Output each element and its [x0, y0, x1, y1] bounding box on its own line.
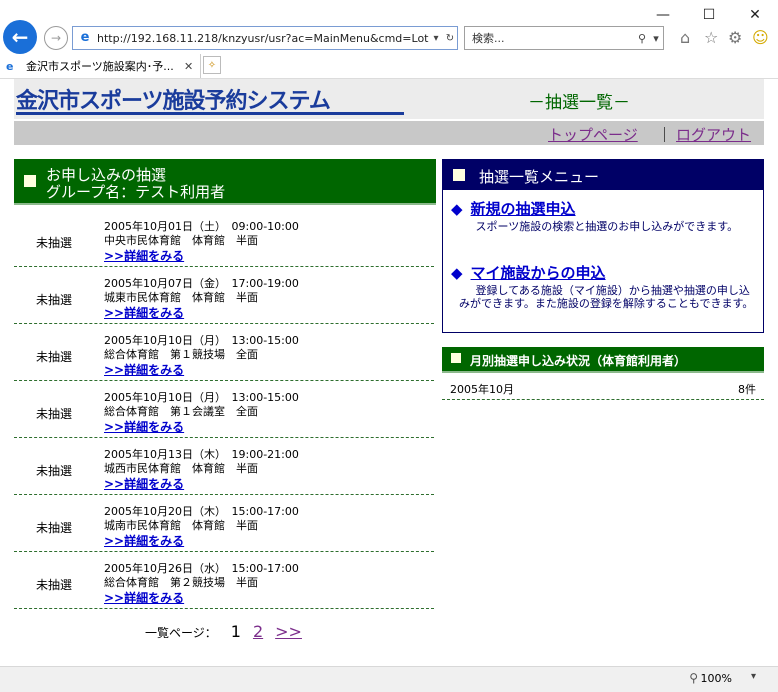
lottery-status: 未抽選 [36, 578, 73, 592]
lottery-row: 未抽選 2005年10月20日（木） 15:00-17:00 城南市民体育館 体… [14, 495, 434, 552]
refresh-icon[interactable]: ↻ [443, 33, 457, 44]
smiley-icon[interactable]: ☺ [752, 28, 769, 47]
gear-icon[interactable]: ⚙ [728, 28, 742, 47]
lottery-status: 未抽選 [36, 236, 73, 250]
lottery-facility: 総合体育館 第１競技場 全面 [104, 348, 258, 361]
maximize-icon[interactable]: ☐ [686, 0, 732, 30]
square-bullet-icon [453, 169, 465, 181]
zoom-level[interactable]: 100% [701, 672, 732, 685]
detail-link[interactable]: >>詳細をみる [104, 475, 184, 492]
site-logo[interactable]: 金沢市スポーツ施設予約システム [16, 83, 331, 115]
group-name: グループ名：テスト利用者 [46, 183, 226, 201]
lottery-status: 未抽選 [36, 464, 73, 478]
lottery-row: 未抽選 2005年10月26日（水） 15:00-17:00 総合体育館 第２競… [14, 552, 434, 609]
page-content: 金沢市スポーツ施設予約システム －抽選一覧－ トップページ ｜ ログアウト お申… [0, 79, 778, 666]
status-bar: ⚲ 100% ▾ [0, 666, 778, 692]
pager-label: 一覧ページ： [145, 626, 217, 640]
lottery-row: 未抽選 2005年10月10日（月） 13:00-15:00 総合体育館 第１競… [14, 324, 434, 381]
diamond-bullet-icon: ◆ [451, 200, 463, 218]
nav-separator: ｜ [657, 126, 673, 144]
lottery-menu-title: 抽選一覧メニュー [479, 168, 600, 186]
lottery-facility: 総合体育館 第１会議室 全面 [104, 405, 258, 418]
search-placeholder: 検索... [472, 32, 505, 45]
diamond-bullet-icon: ◆ [451, 264, 463, 282]
lottery-row: 未抽選 2005年10月13日（木） 19:00-21:00 城西市民体育館 体… [14, 438, 434, 495]
monthly-month: 2005年10月 [450, 383, 514, 396]
lottery-facility: 城西市民体育館 体育館 半面 [104, 462, 258, 475]
new-tab-icon[interactable]: ✧ [203, 56, 221, 74]
detail-link[interactable]: >>詳細をみる [104, 304, 184, 321]
menu-item-label[interactable]: マイ施設からの申込 [471, 264, 606, 282]
lottery-facility: 城南市民体育館 体育館 半面 [104, 519, 258, 532]
square-bullet-icon [24, 175, 36, 187]
lottery-menu-header: 抽選一覧メニュー [443, 160, 763, 190]
detail-link[interactable]: >>詳細をみる [104, 532, 184, 549]
search-icon[interactable]: ⚲ [635, 32, 649, 45]
ie-icon: e [80, 30, 90, 45]
menu-item-label[interactable]: 新規の抽選申込 [471, 200, 576, 218]
pager-page-2[interactable]: 2 [253, 622, 263, 641]
browser-chrome: — ☐ ✕ ← → e http://192.168.11.218/knzyus… [0, 0, 778, 79]
page-title: －抽選一覧－ [528, 93, 630, 113]
star-icon[interactable]: ☆ [704, 28, 718, 47]
pager: 一覧ページ： 1 2 >> [145, 622, 302, 641]
back-arrow-icon[interactable]: ← [3, 20, 37, 54]
address-bar[interactable]: e http://192.168.11.218/knzyusr/usr?ac=M… [72, 26, 458, 50]
lottery-status: 未抽選 [36, 350, 73, 364]
lottery-list-header: お申し込みの抽選 グループ名：テスト利用者 [14, 159, 436, 205]
detail-link[interactable]: >>詳細をみる [104, 361, 184, 378]
search-box[interactable]: 検索... ⚲ ▾ [464, 26, 664, 50]
detail-link[interactable]: >>詳細をみる [104, 418, 184, 435]
address-url: http://192.168.11.218/knzyusr/usr?ac=Mai… [97, 31, 429, 45]
search-dropdown-icon[interactable]: ▾ [649, 32, 663, 45]
lottery-status: 未抽選 [36, 293, 73, 307]
logout-link[interactable]: ログアウト [676, 124, 751, 145]
close-icon[interactable]: ✕ [732, 0, 778, 30]
monthly-count: 8件 [738, 383, 756, 396]
tab-close-icon[interactable]: ✕ [184, 60, 200, 73]
forward-arrow-icon[interactable]: → [44, 26, 68, 50]
detail-link[interactable]: >>詳細をみる [104, 589, 184, 606]
lottery-menu: 抽選一覧メニュー ◆ 新規の抽選申込 スポーツ施設の検索と抽選のお申し込みができま… [442, 159, 764, 333]
lottery-row: 未抽選 2005年10月10日（月） 13:00-15:00 総合体育館 第１会… [14, 381, 434, 438]
lottery-facility: 中央市民体育館 体育館 半面 [104, 234, 258, 247]
top-page-link[interactable]: トップページ [548, 124, 638, 145]
lottery-facility: 総合体育館 第２競技場 半面 [104, 576, 258, 589]
lottery-row: 未抽選 2005年10月07日（金） 17:00-19:00 城東市民体育館 体… [14, 267, 434, 324]
monthly-status-title: 月別抽選申し込み状況（体育館利用者） [470, 354, 687, 368]
lottery-row: 未抽選 2005年10月01日（土） 09:00-10:00 中央市民体育館 体… [14, 210, 434, 267]
pager-current: 1 [230, 622, 241, 641]
monthly-status-row: 2005年10月 8件 [442, 379, 764, 400]
nav-bar [14, 121, 764, 145]
lottery-status: 未抽選 [36, 521, 73, 535]
lottery-status: 未抽選 [36, 407, 73, 421]
ie-tab-icon: e [6, 59, 14, 73]
detail-link[interactable]: >>詳細をみる [104, 247, 184, 264]
menu-item-description: 登録してある施設（マイ施設）から抽選や抽選の申し込みができます。また施設の登録を… [459, 284, 754, 310]
monthly-status-header: 月別抽選申し込み状況（体育館利用者） [442, 347, 764, 373]
menu-item-my-facility[interactable]: ◆ マイ施設からの申込 [451, 262, 606, 283]
menu-item-description: スポーツ施設の検索と抽選のお申し込みができます。 [475, 220, 739, 233]
zoom-dropdown-icon[interactable]: ▾ [751, 671, 756, 682]
browser-tab[interactable]: e 金沢市スポーツ施設案内･予... ✕ [0, 54, 201, 78]
zoom-icon[interactable]: ⚲ [689, 671, 698, 685]
pager-next[interactable]: >> [275, 622, 302, 641]
lottery-facility: 城東市民体育館 体育館 半面 [104, 291, 258, 304]
tab-title: 金沢市スポーツ施設案内･予... [26, 60, 174, 73]
menu-item-new-lottery[interactable]: ◆ 新規の抽選申込 [451, 198, 576, 219]
dropdown-icon[interactable]: ▾ [429, 33, 443, 44]
square-bullet-icon [451, 353, 461, 363]
home-icon[interactable]: ⌂ [680, 28, 690, 47]
logo-underline [16, 112, 404, 115]
